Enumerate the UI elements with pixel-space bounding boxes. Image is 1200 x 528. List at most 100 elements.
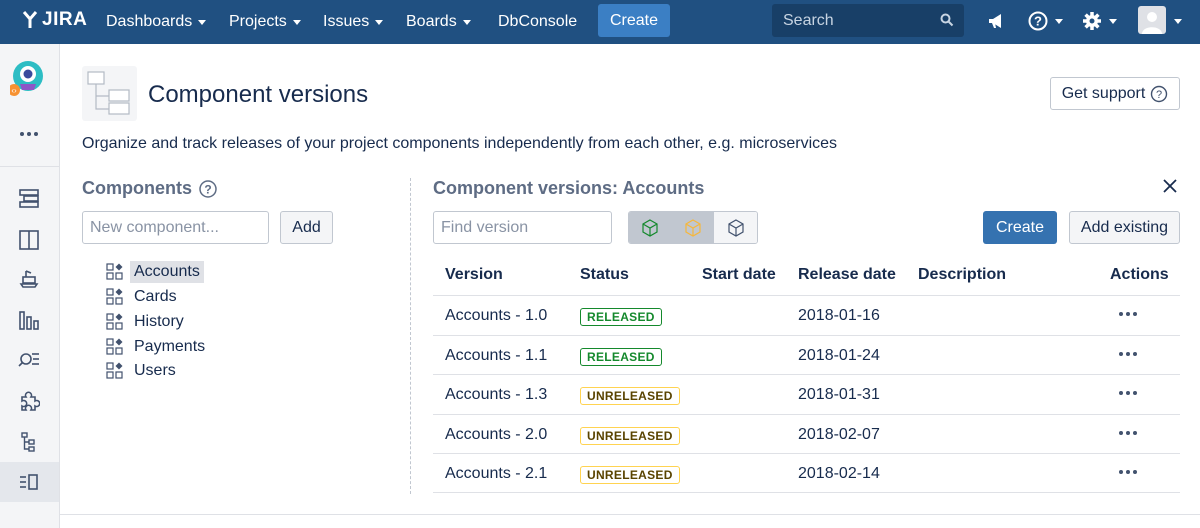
add-existing-button[interactable]: Add existing: [1069, 211, 1180, 244]
component-icon: [106, 288, 123, 305]
filter-unreleased-button[interactable]: [671, 212, 715, 243]
unreleased-cube-icon: [685, 218, 701, 237]
chevron-down-icon: [198, 19, 207, 25]
column-divider: [410, 178, 411, 494]
column-header-status: Status: [580, 266, 629, 283]
version-name[interactable]: Accounts - 2.1: [445, 465, 547, 483]
help-icon: ?: [1151, 85, 1168, 102]
components-icon[interactable]: [17, 430, 41, 454]
new-component-input[interactable]: New component...: [82, 211, 269, 244]
filter-archived-button[interactable]: [714, 212, 757, 243]
add-component-button[interactable]: Add: [280, 211, 333, 244]
nav-boards[interactable]: Boards: [406, 0, 471, 44]
status-filter-toggle: [628, 211, 758, 244]
component-label: Users: [134, 362, 176, 379]
actions-menu-icon[interactable]: [1119, 431, 1137, 435]
filter-released-button[interactable]: [629, 212, 672, 243]
chevron-down-icon: [292, 19, 301, 25]
logo-text: JIRA: [42, 9, 88, 30]
more-icon[interactable]: [17, 122, 41, 146]
component-item-users[interactable]: Users: [106, 359, 180, 383]
version-name[interactable]: Accounts - 1.1: [445, 347, 547, 365]
component-label: History: [134, 313, 184, 330]
version-name[interactable]: Accounts - 2.0: [445, 426, 547, 444]
actions-menu-icon[interactable]: [1119, 391, 1137, 395]
jira-logo[interactable]: JIRA: [20, 9, 87, 31]
chevron-down-icon: [462, 19, 471, 25]
nav-issues-label: Issues: [323, 13, 370, 30]
component-label: Accounts: [130, 261, 204, 283]
backlog-icon[interactable]: [17, 186, 41, 210]
component-item-accounts[interactable]: Accounts: [106, 260, 204, 284]
search-issues-icon[interactable]: [17, 348, 41, 372]
component-versions-icon[interactable]: [17, 470, 41, 494]
component-item-history[interactable]: History: [106, 310, 188, 334]
component-item-payments[interactable]: Payments: [106, 335, 209, 359]
create-issue-button[interactable]: Create: [598, 4, 670, 37]
status-badge: RELEASED: [580, 308, 662, 326]
archived-cube-icon: [728, 218, 744, 237]
board-icon[interactable]: [17, 228, 41, 252]
help-icon[interactable]: ?: [198, 179, 218, 199]
nav-issues[interactable]: Issues: [323, 0, 384, 44]
table-row: Accounts - 1.1 RELEASED 2018-01-24: [433, 335, 1180, 375]
footer-divider: [60, 514, 1200, 515]
released-cube-icon: [642, 218, 658, 237]
status-badge: RELEASED: [580, 348, 662, 366]
search-icon[interactable]: [940, 13, 954, 27]
component-icon: [106, 338, 123, 355]
page-title: Component versions: [148, 81, 369, 108]
component-icon: [106, 313, 123, 330]
nav-projects[interactable]: Projects: [229, 0, 301, 44]
release-date: 2018-01-31: [798, 386, 880, 403]
column-header-description: Description: [918, 266, 1007, 283]
project-avatar[interactable]: ‹›: [10, 60, 46, 96]
svg-text:?: ?: [1156, 89, 1162, 101]
search-input[interactable]: Search: [772, 4, 964, 37]
column-header-actions: Actions: [1110, 266, 1169, 283]
table-row: Accounts - 2.1 UNRELEASED 2018-02-14: [433, 453, 1180, 493]
sidebar-divider: [0, 166, 59, 167]
nav-dashboards[interactable]: Dashboards: [106, 0, 207, 44]
chevron-down-icon: [1055, 18, 1063, 24]
find-version-input[interactable]: Find version: [433, 211, 612, 244]
create-version-button[interactable]: Create: [983, 211, 1057, 244]
component-label: Payments: [134, 338, 206, 355]
megaphone-icon[interactable]: [987, 11, 1007, 31]
column-header-version: Version: [445, 266, 503, 283]
release-date: 2018-01-16: [798, 307, 880, 324]
nav-boards-label: Boards: [406, 13, 457, 30]
releases-icon[interactable]: [17, 266, 41, 290]
svg-text:?: ?: [204, 182, 211, 196]
component-icon: [106, 263, 123, 280]
reports-icon[interactable]: [17, 308, 41, 332]
get-support-label: Get support: [1061, 84, 1146, 102]
user-avatar[interactable]: [1138, 6, 1166, 34]
help-icon[interactable]: ?: [1027, 10, 1063, 32]
actions-menu-icon[interactable]: [1119, 352, 1137, 356]
nav-dashboards-label: Dashboards: [106, 13, 193, 30]
column-header-start-date: Start date: [702, 266, 776, 283]
svg-text:‹›: ‹›: [11, 86, 17, 95]
page-icon: [82, 66, 137, 121]
nav-projects-label: Projects: [229, 13, 287, 30]
actions-menu-icon[interactable]: [1119, 312, 1137, 316]
add-ons-icon[interactable]: [17, 390, 41, 414]
chevron-down-icon[interactable]: [1174, 19, 1182, 24]
version-name[interactable]: Accounts - 1.0: [445, 307, 547, 325]
release-date: 2018-02-14: [798, 465, 880, 482]
nav-dbconsole[interactable]: DbConsole: [498, 0, 577, 44]
chevron-down-icon: [375, 19, 384, 25]
get-support-button[interactable]: Get support ?: [1050, 77, 1180, 110]
component-item-cards[interactable]: Cards: [106, 285, 181, 309]
version-name[interactable]: Accounts - 1.3: [445, 386, 547, 404]
jira-logo-icon: [22, 11, 38, 28]
status-badge: UNRELEASED: [580, 466, 680, 484]
actions-menu-icon[interactable]: [1119, 470, 1137, 474]
top-navigation: JIRA Dashboards Projects Issues Boards D…: [0, 0, 1200, 44]
status-badge: UNRELEASED: [580, 387, 680, 405]
gear-icon[interactable]: [1081, 10, 1117, 32]
release-date: 2018-01-24: [798, 347, 880, 364]
page-description: Organize and track releases of your proj…: [82, 135, 838, 152]
close-icon[interactable]: [1161, 177, 1179, 195]
